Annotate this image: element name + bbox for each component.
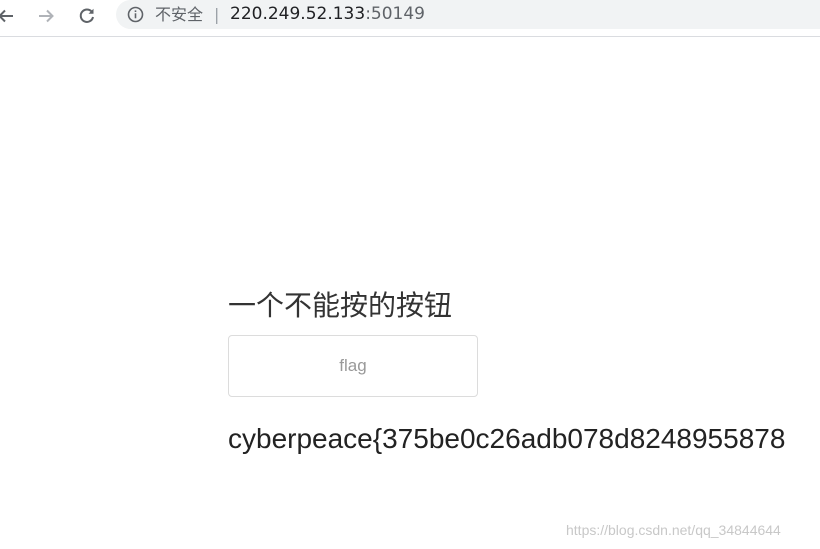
back-button[interactable] [0, 4, 18, 28]
url-text[interactable]: 220.249.52.133:50149 [230, 3, 425, 25]
url-port: :50149 [365, 4, 425, 24]
reload-button[interactable] [75, 4, 99, 28]
info-icon[interactable] [127, 6, 144, 23]
flag-result-text: cyberpeace{375be0c26adb078d8248955878 [228, 423, 786, 454]
address-bar[interactable]: 不安全 | 220.249.52.133:50149 [116, 0, 820, 29]
url-host: 220.249.52.133 [230, 4, 366, 24]
browser-toolbar: 不安全 | 220.249.52.133:50149 [0, 0, 820, 37]
arrow-left-icon [0, 9, 13, 23]
reload-icon [79, 8, 94, 23]
security-label[interactable]: 不安全 [155, 4, 203, 25]
flag-button[interactable]: flag [228, 335, 478, 397]
url-separator: | [214, 5, 220, 24]
page-title: 一个不能按的按钮 [228, 289, 453, 322]
arrow-right-icon [39, 9, 54, 23]
page-content: 一个不能按的按钮 flag cyberpeace{375be0c26adb078… [0, 37, 820, 549]
watermark-text: https://blog.csdn.net/qq_34844644 [566, 522, 781, 538]
forward-button[interactable] [34, 4, 58, 28]
